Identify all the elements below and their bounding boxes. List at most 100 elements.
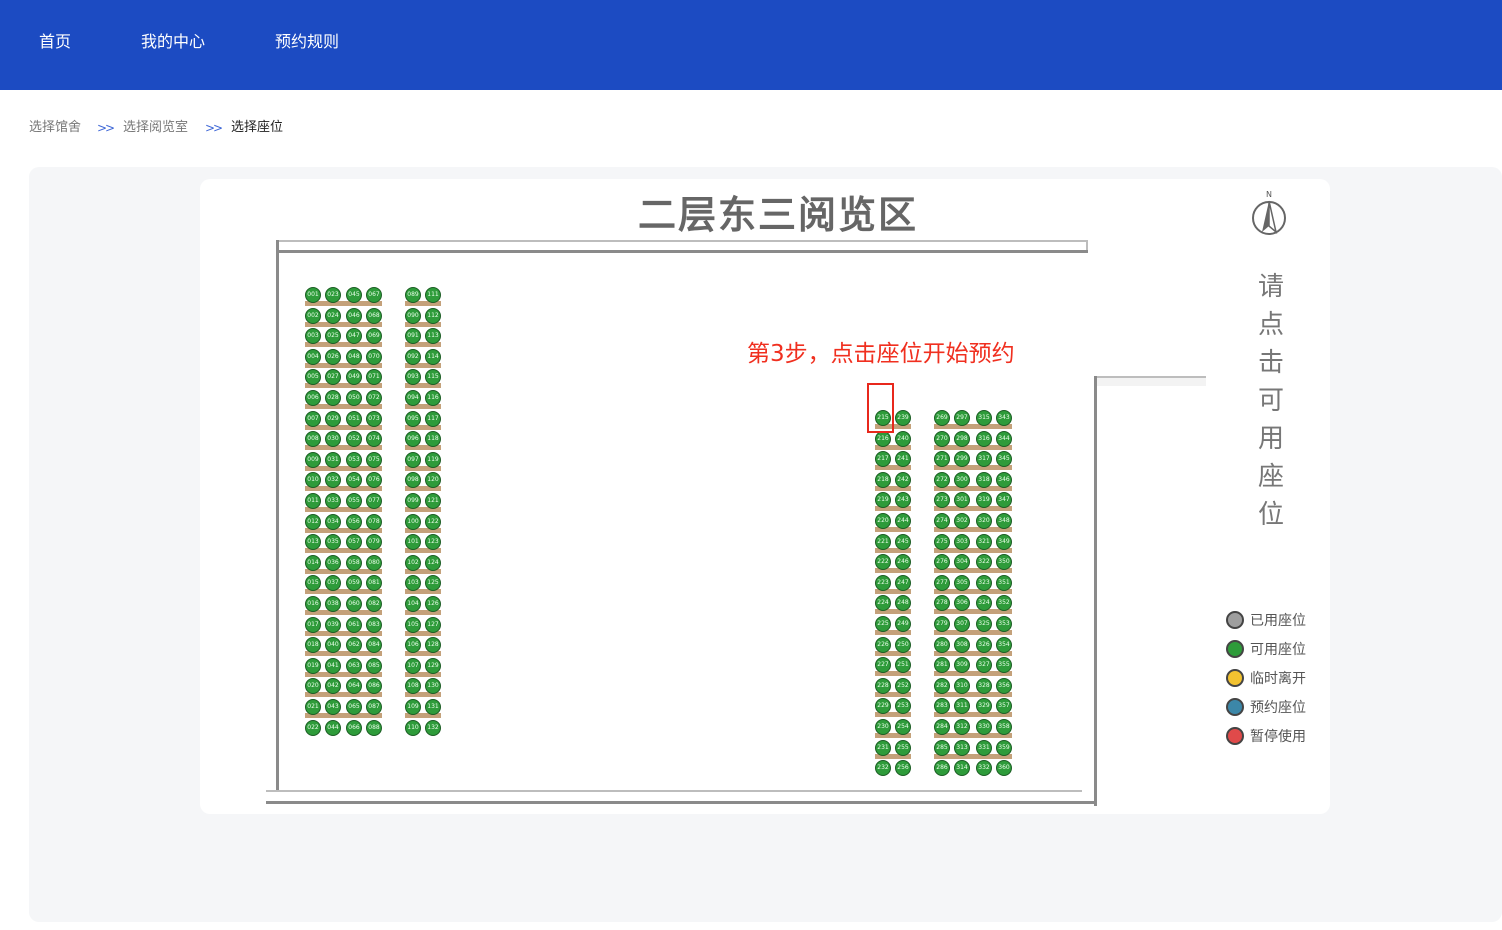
seat-218[interactable]: 218	[875, 471, 891, 488]
seat-051[interactable]: 051	[346, 410, 362, 427]
seat-348[interactable]: 348	[996, 513, 1012, 529]
seat-031[interactable]: 031	[325, 451, 341, 468]
seat-078[interactable]: 078	[366, 513, 382, 530]
seat-009[interactable]: 009	[305, 451, 321, 468]
seat-302[interactable]: 302	[954, 513, 970, 529]
seat-240[interactable]: 240	[895, 430, 911, 447]
seat-313[interactable]: 313	[954, 739, 970, 756]
seat-110[interactable]: 110	[405, 719, 421, 736]
seat-245[interactable]: 245	[895, 533, 911, 550]
seat-063[interactable]: 063	[346, 657, 362, 674]
seat-036[interactable]: 036	[325, 554, 341, 571]
seat-284[interactable]: 284	[934, 719, 950, 735]
seat-228[interactable]: 228	[875, 677, 891, 694]
seat-332[interactable]: 332	[976, 760, 992, 777]
seat-114[interactable]: 114	[425, 348, 441, 365]
seat-090[interactable]: 090	[405, 307, 421, 324]
seat-298[interactable]: 298	[954, 430, 970, 447]
seat-034[interactable]: 034	[325, 513, 341, 530]
seat-127[interactable]: 127	[425, 616, 441, 633]
seat-058[interactable]: 058	[346, 554, 362, 571]
seat-359[interactable]: 359	[996, 739, 1012, 756]
seat-016[interactable]: 016	[305, 596, 321, 612]
seat-331[interactable]: 331	[976, 739, 992, 756]
seat-270[interactable]: 270	[934, 430, 950, 447]
seat-105[interactable]: 105	[405, 616, 421, 633]
seat-088[interactable]: 088	[366, 719, 382, 736]
seat-060[interactable]: 060	[346, 596, 362, 612]
seat-116[interactable]: 116	[425, 390, 441, 406]
seat-075[interactable]: 075	[366, 451, 382, 468]
seat-044[interactable]: 044	[325, 719, 341, 736]
seat-320[interactable]: 320	[976, 513, 992, 529]
seat-004[interactable]: 004	[305, 348, 321, 365]
seat-316[interactable]: 316	[976, 430, 992, 447]
seat-048[interactable]: 048	[346, 348, 362, 365]
seat-325[interactable]: 325	[976, 616, 992, 632]
seat-023[interactable]: 023	[325, 287, 341, 303]
seat-129[interactable]: 129	[425, 657, 441, 674]
seat-102[interactable]: 102	[405, 554, 421, 571]
seat-100[interactable]: 100	[405, 513, 421, 530]
seat-006[interactable]: 006	[305, 390, 321, 406]
seat-117[interactable]: 117	[425, 410, 441, 427]
seat-252[interactable]: 252	[895, 677, 911, 694]
seat-353[interactable]: 353	[996, 616, 1012, 632]
seat-254[interactable]: 254	[895, 719, 911, 735]
seat-303[interactable]: 303	[954, 533, 970, 550]
seat-360[interactable]: 360	[996, 760, 1012, 777]
seat-274[interactable]: 274	[934, 513, 950, 529]
seat-046[interactable]: 046	[346, 307, 362, 324]
seat-111[interactable]: 111	[425, 287, 441, 303]
seat-308[interactable]: 308	[954, 636, 970, 653]
seat-119[interactable]: 119	[425, 451, 441, 468]
seat-280[interactable]: 280	[934, 636, 950, 653]
seat-126[interactable]: 126	[425, 596, 441, 612]
seat-230[interactable]: 230	[875, 719, 891, 735]
seat-112[interactable]: 112	[425, 307, 441, 324]
seat-312[interactable]: 312	[954, 719, 970, 735]
seat-286[interactable]: 286	[934, 760, 950, 777]
seat-226[interactable]: 226	[875, 636, 891, 653]
seat-024[interactable]: 024	[325, 307, 341, 324]
seat-305[interactable]: 305	[954, 574, 970, 591]
seat-007[interactable]: 007	[305, 410, 321, 427]
seat-053[interactable]: 053	[346, 451, 362, 468]
seat-077[interactable]: 077	[366, 493, 382, 509]
seat-131[interactable]: 131	[425, 699, 441, 715]
seat-356[interactable]: 356	[996, 677, 1012, 694]
seat-321[interactable]: 321	[976, 533, 992, 550]
seat-285[interactable]: 285	[934, 739, 950, 756]
seat-019[interactable]: 019	[305, 657, 321, 674]
seat-066[interactable]: 066	[346, 719, 362, 736]
seat-033[interactable]: 033	[325, 493, 341, 509]
seat-250[interactable]: 250	[895, 636, 911, 653]
seat-343[interactable]: 343	[996, 410, 1012, 426]
seat-021[interactable]: 021	[305, 699, 321, 715]
seat-256[interactable]: 256	[895, 760, 911, 777]
seat-089[interactable]: 089	[405, 287, 421, 303]
seat-310[interactable]: 310	[954, 677, 970, 694]
seat-022[interactable]: 022	[305, 719, 321, 736]
seat-351[interactable]: 351	[996, 574, 1012, 591]
seat-282[interactable]: 282	[934, 677, 950, 694]
seat-121[interactable]: 121	[425, 493, 441, 509]
seat-028[interactable]: 028	[325, 390, 341, 406]
seat-107[interactable]: 107	[405, 657, 421, 674]
seat-346[interactable]: 346	[996, 471, 1012, 488]
seat-068[interactable]: 068	[366, 307, 382, 324]
seat-056[interactable]: 056	[346, 513, 362, 530]
seat-082[interactable]: 082	[366, 596, 382, 612]
seat-094[interactable]: 094	[405, 390, 421, 406]
seat-277[interactable]: 277	[934, 574, 950, 591]
seat-300[interactable]: 300	[954, 471, 970, 488]
seat-055[interactable]: 055	[346, 493, 362, 509]
seat-124[interactable]: 124	[425, 554, 441, 571]
seat-326[interactable]: 326	[976, 636, 992, 653]
seat-109[interactable]: 109	[405, 699, 421, 715]
seat-050[interactable]: 050	[346, 390, 362, 406]
seat-132[interactable]: 132	[425, 719, 441, 736]
seat-012[interactable]: 012	[305, 513, 321, 530]
seat-330[interactable]: 330	[976, 719, 992, 735]
seat-122[interactable]: 122	[425, 513, 441, 530]
